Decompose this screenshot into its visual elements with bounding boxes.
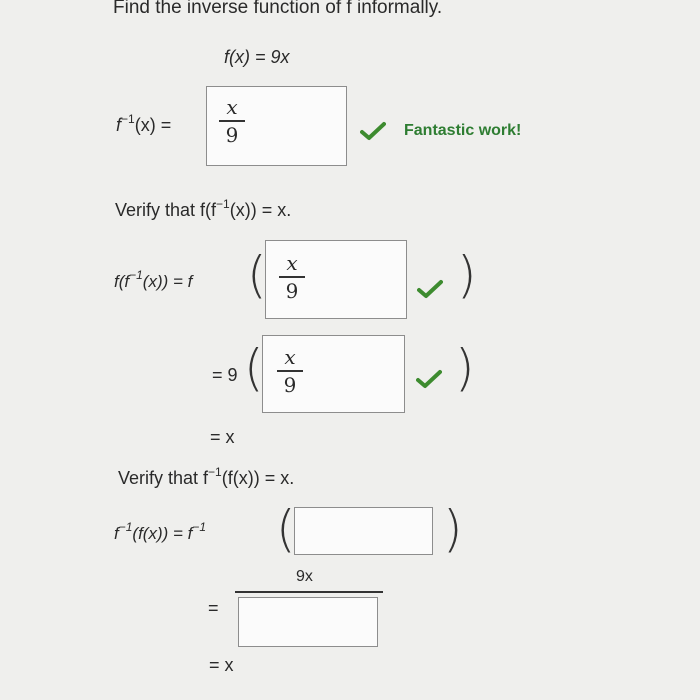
verify1-row1-label: f(f−1(x)) = f (114, 268, 193, 291)
inverse-answer-fraction: x9 (219, 96, 245, 146)
verify1-row2-open-paren: ( (244, 339, 264, 397)
verify2-fraction-bar (235, 591, 383, 593)
inverse-label: f−1(x) = (116, 112, 172, 135)
verify2-row1-input[interactable] (294, 507, 433, 555)
check-icon (416, 370, 442, 388)
verify1-row1-close-paren: ) (457, 246, 477, 304)
problem-page: Find the inverse function of f informall… (0, 0, 700, 700)
verify2-row1-open-paren: ( (276, 500, 296, 558)
instruction-text: Find the inverse function of f informall… (113, 0, 443, 18)
verify1-row1-open-paren: ( (247, 246, 267, 304)
feedback-text: Fantastic work! (404, 122, 522, 139)
verify1-row1-fraction: x9 (279, 252, 305, 302)
check-icon (417, 280, 443, 298)
verify1-row2-close-paren: ) (455, 339, 475, 397)
verify1-row3-result: = x (210, 427, 235, 447)
given-function: f(x) = 9x (224, 47, 290, 67)
verify2-heading: Verify that f−1(f(x)) = x. (118, 465, 295, 488)
verify2-row2-numerator: 9x (296, 568, 313, 585)
verify1-row2-fraction: x9 (277, 346, 303, 396)
verify1-heading: Verify that f(f−1(x)) = x. (115, 197, 292, 220)
verify1-row2-label: = 9 (212, 365, 238, 385)
verify2-row3-result: = x (209, 655, 234, 675)
verify2-row2-denominator-input[interactable] (238, 597, 378, 647)
verify2-row2-equals: = (208, 598, 219, 618)
verify2-row1-close-paren: ) (443, 500, 463, 558)
check-icon (360, 122, 386, 140)
verify2-row1-label: f−1(f(x)) = f−1 (114, 520, 207, 543)
